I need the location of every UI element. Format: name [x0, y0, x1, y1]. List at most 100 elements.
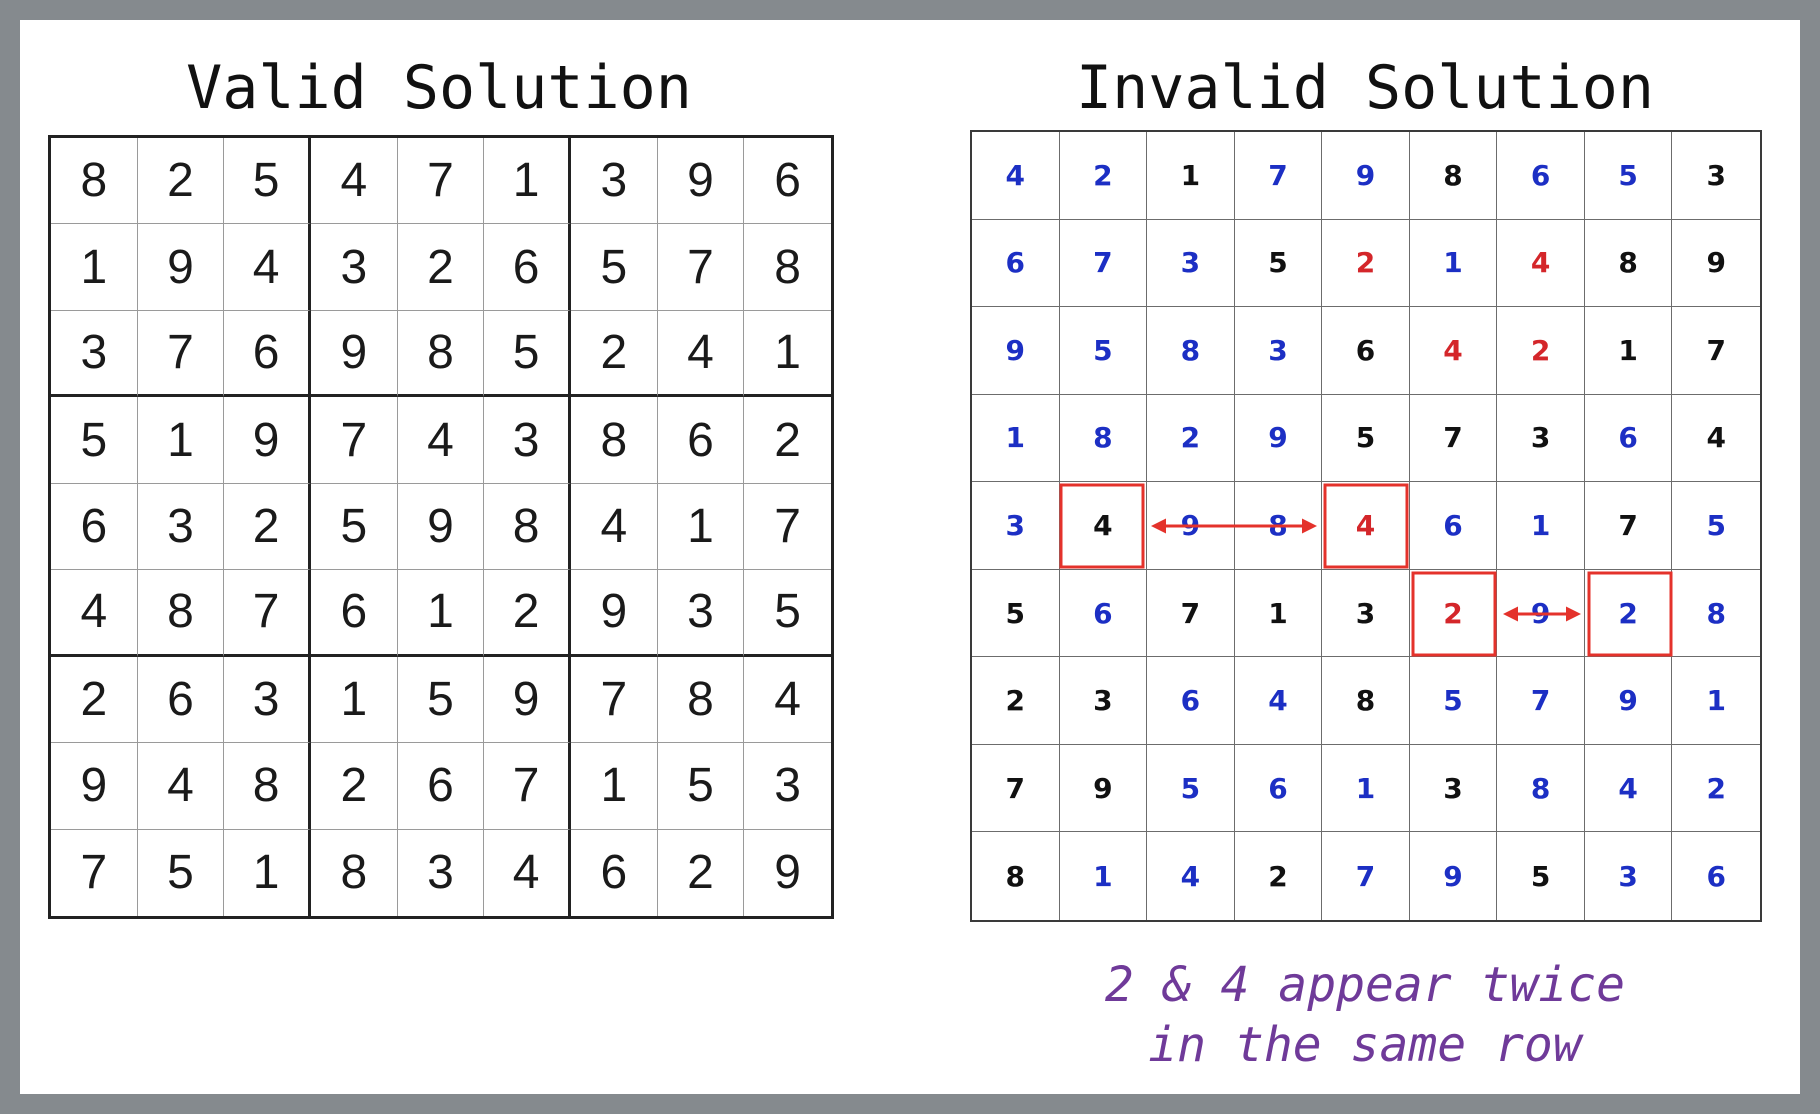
invalid-cell-r6-c7: 9 [1497, 569, 1585, 658]
valid-cell-r5-c3: 2 [224, 483, 311, 571]
invalid-cell-r5-c2: 4 [1059, 482, 1148, 570]
valid-cell-r7-c6: 9 [484, 656, 571, 744]
valid-cell-r6-c3: 7 [224, 570, 311, 657]
invalid-cell-r8-c1: 7 [972, 744, 1060, 833]
valid-cell-r7-c1: 2 [51, 656, 138, 744]
valid-cell-r7-c3: 3 [224, 656, 311, 744]
invalid-cell-r7-c8: 9 [1584, 657, 1673, 745]
invalid-cell-r4-c9: 4 [1672, 395, 1760, 483]
valid-cell-r6-c4: 6 [310, 570, 398, 657]
valid-cell-r6-c2: 8 [137, 570, 225, 657]
valid-cell-r2-c2: 9 [137, 224, 225, 311]
invalid-cell-r8-c9: 2 [1672, 745, 1760, 833]
invalid-cell-r2-c1: 6 [972, 219, 1060, 308]
invalid-cell-r9-c1: 8 [972, 832, 1060, 920]
invalid-cell-r2-c8: 8 [1584, 219, 1673, 308]
valid-sudoku-grid: 8254713961943265783769852415197438626325… [48, 135, 834, 919]
valid-cell-r9-c4: 8 [311, 829, 398, 916]
valid-cell-r9-c6: 4 [484, 829, 571, 916]
invalid-cell-r2-c2: 7 [1059, 219, 1148, 308]
caption-line-2: in the same row [1148, 1017, 1582, 1073]
invalid-cell-r9-c6: 9 [1410, 832, 1498, 920]
valid-cell-r4-c4: 7 [310, 397, 398, 484]
valid-cell-r1-c2: 2 [137, 138, 225, 225]
valid-cell-r3-c5: 8 [397, 310, 485, 398]
valid-cell-r3-c9: 1 [744, 311, 831, 398]
valid-cell-r4-c1: 5 [51, 397, 138, 484]
valid-cell-r3-c7: 2 [570, 310, 658, 398]
invalid-cell-r4-c3: 2 [1147, 394, 1235, 483]
invalid-cell-r4-c7: 3 [1497, 394, 1585, 483]
invalid-cell-r5-c5: 4 [1322, 482, 1410, 570]
valid-cell-r1-c7: 3 [570, 138, 658, 225]
invalid-cell-r2-c7: 4 [1497, 219, 1585, 308]
invalid-cell-r2-c9: 9 [1672, 220, 1760, 308]
invalid-cell-r1-c4: 7 [1234, 132, 1323, 220]
invalid-cell-r3-c1: 9 [972, 307, 1060, 395]
valid-cell-r1-c3: 5 [224, 138, 311, 225]
invalid-cell-r2-c6: 1 [1409, 219, 1498, 308]
invalid-cell-r2-c3: 3 [1147, 219, 1235, 308]
valid-cell-r7-c5: 5 [397, 656, 485, 744]
invalid-cell-r5-c8: 7 [1584, 482, 1673, 570]
invalid-cell-r3-c3: 8 [1147, 307, 1235, 395]
invalid-cell-r4-c4: 9 [1234, 394, 1323, 483]
valid-cell-r8-c5: 6 [397, 743, 485, 830]
valid-cell-r8-c6: 7 [484, 743, 571, 830]
valid-cell-r4-c2: 1 [137, 397, 225, 484]
invalid-cell-r1-c9: 3 [1672, 132, 1760, 220]
invalid-cell-r5-c7: 1 [1497, 482, 1585, 570]
invalid-cell-r3-c6: 4 [1409, 307, 1498, 395]
valid-cell-r7-c8: 8 [657, 656, 745, 744]
invalid-cell-r8-c3: 5 [1147, 744, 1235, 833]
invalid-cell-r4-c8: 6 [1584, 394, 1673, 483]
invalid-cell-r5-c1: 3 [972, 482, 1060, 570]
invalid-cell-r5-c4: 8 [1234, 482, 1323, 570]
valid-cell-r8-c4: 2 [310, 743, 398, 830]
invalid-cell-r8-c4: 6 [1234, 744, 1323, 833]
invalid-cell-r5-c9: 5 [1672, 482, 1760, 570]
valid-cell-r6-c7: 9 [570, 570, 658, 657]
valid-cell-r6-c6: 2 [484, 570, 571, 657]
invalid-cell-r2-c5: 2 [1322, 219, 1410, 308]
invalid-cell-r8-c7: 8 [1497, 744, 1585, 833]
valid-cell-r6-c9: 5 [744, 570, 831, 657]
invalid-cell-r6-c5: 3 [1322, 569, 1410, 658]
invalid-cell-r1-c3: 1 [1147, 132, 1235, 220]
valid-cell-r4-c5: 4 [397, 397, 485, 484]
invalid-cell-r6-c9: 8 [1672, 570, 1760, 658]
invalid-cell-r3-c8: 1 [1584, 307, 1673, 395]
valid-cell-r9-c1: 7 [51, 829, 138, 916]
valid-cell-r4-c9: 2 [744, 397, 831, 484]
valid-cell-r5-c9: 7 [744, 484, 831, 571]
invalid-cell-r8-c5: 1 [1322, 744, 1410, 833]
valid-cell-r1-c6: 1 [484, 138, 571, 225]
invalid-cell-r9-c7: 5 [1497, 832, 1585, 920]
valid-cell-r1-c9: 6 [744, 138, 831, 225]
invalid-cell-r7-c1: 2 [972, 657, 1060, 745]
valid-cell-r6-c5: 1 [397, 570, 485, 657]
valid-cell-r3-c6: 5 [484, 310, 571, 398]
valid-cell-r4-c7: 8 [570, 397, 658, 484]
valid-cell-r2-c7: 5 [570, 224, 658, 311]
valid-cell-r2-c4: 3 [310, 224, 398, 311]
invalid-cell-r3-c7: 2 [1497, 307, 1585, 395]
invalid-cell-r3-c9: 7 [1672, 307, 1760, 395]
valid-solution-title: Valid Solution [186, 53, 692, 123]
invalid-cell-r1-c7: 6 [1497, 132, 1585, 220]
valid-cell-r8-c9: 3 [744, 743, 831, 830]
invalid-cell-r9-c5: 7 [1322, 832, 1410, 920]
valid-cell-r5-c6: 8 [484, 483, 571, 571]
invalid-cell-r3-c4: 3 [1234, 307, 1323, 395]
invalid-cell-r5-c6: 6 [1409, 482, 1498, 570]
valid-cell-r6-c8: 3 [657, 570, 745, 657]
invalid-cell-r1-c5: 9 [1322, 132, 1410, 220]
invalid-cell-r7-c2: 3 [1059, 657, 1148, 745]
invalid-cell-r6-c2: 6 [1059, 569, 1148, 658]
invalid-cell-r2-c4: 5 [1234, 219, 1323, 308]
valid-cell-r3-c3: 6 [224, 310, 311, 398]
valid-cell-r9-c5: 3 [398, 829, 485, 916]
valid-cell-r8-c1: 9 [51, 743, 138, 830]
valid-cell-r4-c3: 9 [224, 397, 311, 484]
valid-cell-r1-c1: 8 [51, 138, 138, 225]
